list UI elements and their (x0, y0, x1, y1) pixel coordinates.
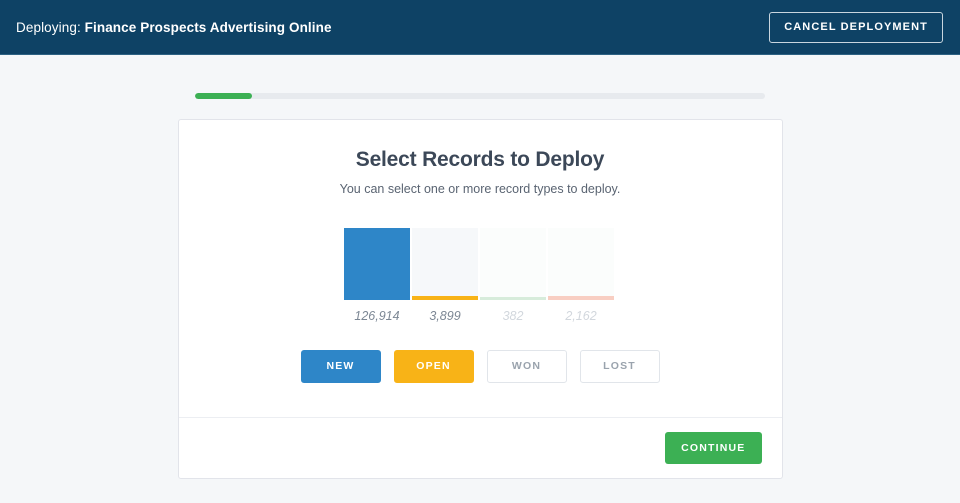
page-subtitle: You can select one or more record types … (339, 182, 621, 196)
bar-fill-lost (548, 296, 614, 300)
bar-column-lost[interactable] (548, 228, 614, 300)
bar-fill-won (480, 297, 546, 300)
page-title: Select Records to Deploy (355, 148, 605, 171)
toggle-lost[interactable]: LOST (579, 350, 660, 383)
bar-value-open: 3,899 (429, 309, 461, 323)
chart-value-labels: 126,914 3,899 382 2,162 (344, 309, 616, 323)
cancel-deployment-button[interactable]: CANCEL DEPLOYMENT (769, 11, 943, 43)
continue-button[interactable]: CONTINUE (665, 431, 762, 464)
toggle-won[interactable]: WON (486, 350, 567, 383)
deploying-label: Deploying: (16, 19, 81, 35)
bar-column-open[interactable] (412, 228, 478, 300)
deployment-title: Deploying: Finance Prospects Advertising… (16, 20, 332, 35)
record-counts-chart: 126,914 3,899 382 2,162 (344, 228, 616, 323)
bar-fill-open (412, 296, 478, 300)
bar-column-won[interactable] (480, 228, 546, 300)
progress-track (195, 93, 765, 99)
bar-column-new[interactable] (344, 228, 410, 300)
bar-track-open (412, 228, 478, 300)
card-container: Select Records to Deploy You can select … (0, 99, 960, 479)
bar-value-new: 126,914 (354, 309, 400, 323)
record-type-toggles: NEW OPEN WON LOST (209, 350, 752, 383)
card-footer: CONTINUE (179, 418, 782, 479)
select-records-card: Select Records to Deploy You can select … (177, 119, 783, 479)
progress-fill (195, 93, 252, 99)
progress-section (0, 55, 960, 99)
bar-value-won: 382 (502, 309, 524, 323)
top-bar: Deploying: Finance Prospects Advertising… (0, 0, 960, 55)
bar-track-lost (548, 228, 614, 300)
bar-value-lost: 2,162 (565, 309, 597, 323)
bar-fill-new (344, 228, 410, 300)
bar-track-won (480, 228, 546, 300)
chart-bars (344, 228, 616, 300)
toggle-open[interactable]: OPEN (393, 350, 474, 383)
deployment-name: Finance Prospects Advertising Online (84, 19, 332, 35)
toggle-new[interactable]: NEW (300, 350, 381, 383)
card-body: Select Records to Deploy You can select … (178, 120, 782, 418)
